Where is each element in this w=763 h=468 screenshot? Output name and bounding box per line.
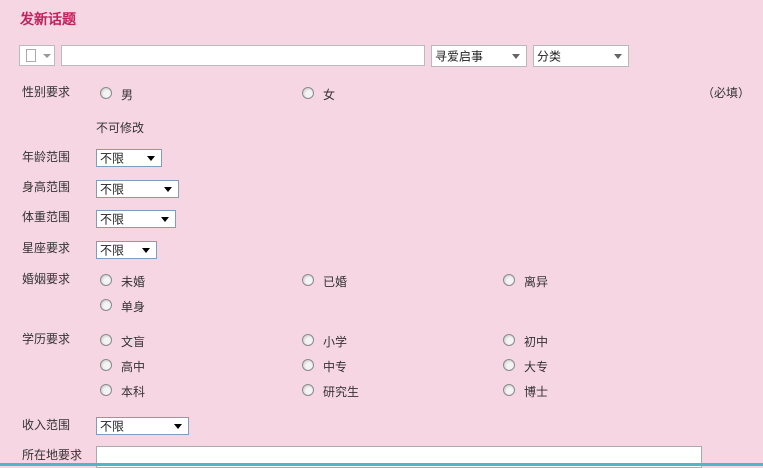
income-label: 收入范围	[22, 418, 71, 432]
education-option-label: 本科	[121, 385, 146, 399]
education-option-label: 中专	[323, 360, 348, 374]
height-value: 不限	[100, 182, 125, 197]
height-select[interactable]: 不限	[96, 180, 179, 198]
gender-option-label: 女	[323, 88, 336, 102]
education-option-label: 小学	[323, 335, 348, 349]
education-option-label: 高中	[121, 360, 146, 374]
radio-icon[interactable]	[302, 384, 314, 396]
radio-icon[interactable]	[302, 274, 314, 286]
age-value: 不限	[100, 151, 125, 166]
zodiac-value: 不限	[100, 243, 125, 258]
chevron-down-icon	[174, 424, 182, 429]
required-note: （必填）	[702, 86, 751, 100]
gender-label: 性别要求	[22, 85, 71, 99]
marriage-option-label: 未婚	[121, 275, 146, 289]
education-option-label: 初中	[524, 335, 549, 349]
height-label: 身高范围	[22, 180, 71, 194]
chevron-down-icon	[43, 54, 51, 58]
weight-label: 体重范围	[22, 210, 71, 224]
topic-type-value: 寻爱启事	[435, 49, 484, 64]
income-select[interactable]: 不限	[96, 417, 189, 435]
post-icon-picker[interactable]	[19, 45, 55, 66]
radio-icon[interactable]	[302, 87, 314, 99]
age-label: 年龄范围	[22, 150, 71, 164]
category-value: 分类	[537, 49, 562, 64]
radio-icon[interactable]	[503, 274, 515, 286]
radio-icon[interactable]	[302, 334, 314, 346]
marriage-option-label: 单身	[121, 300, 146, 314]
location-label: 所在地要求	[22, 448, 83, 462]
radio-icon[interactable]	[503, 359, 515, 371]
marriage-option-label: 已婚	[323, 275, 348, 289]
education-option-label: 大专	[524, 360, 549, 374]
marriage-option-label: 离异	[524, 275, 549, 289]
subject-input[interactable]	[61, 45, 425, 66]
radio-icon[interactable]	[100, 384, 112, 396]
education-label: 学历要求	[22, 332, 71, 346]
chevron-down-icon	[614, 54, 622, 59]
gender-note: 不可修改	[96, 121, 145, 135]
education-option-label: 研究生	[323, 385, 360, 399]
education-option-label: 博士	[524, 385, 549, 399]
zodiac-select[interactable]: 不限	[96, 241, 157, 259]
topic-type-select[interactable]: 寻爱启事	[431, 45, 527, 67]
income-value: 不限	[100, 419, 125, 434]
zodiac-label: 星座要求	[22, 241, 71, 255]
chevron-down-icon	[161, 217, 169, 222]
radio-icon[interactable]	[503, 384, 515, 396]
radio-icon[interactable]	[503, 334, 515, 346]
gender-option-label: 男	[121, 88, 134, 102]
weight-value: 不限	[100, 212, 125, 227]
radio-icon[interactable]	[100, 359, 112, 371]
age-select[interactable]: 不限	[96, 149, 162, 167]
weight-select[interactable]: 不限	[96, 210, 176, 228]
education-option-label: 文盲	[121, 335, 146, 349]
radio-icon[interactable]	[100, 274, 112, 286]
chevron-down-icon	[147, 156, 155, 161]
radio-icon[interactable]	[100, 87, 112, 99]
radio-icon[interactable]	[302, 359, 314, 371]
page-title: 发新话题	[20, 12, 76, 28]
chevron-down-icon	[512, 54, 520, 59]
category-select[interactable]: 分类	[533, 45, 629, 67]
radio-icon[interactable]	[100, 334, 112, 346]
marriage-label: 婚姻要求	[22, 272, 71, 286]
document-icon	[26, 49, 36, 62]
chevron-down-icon	[142, 248, 150, 253]
radio-icon[interactable]	[100, 299, 112, 311]
chevron-down-icon	[164, 187, 172, 192]
